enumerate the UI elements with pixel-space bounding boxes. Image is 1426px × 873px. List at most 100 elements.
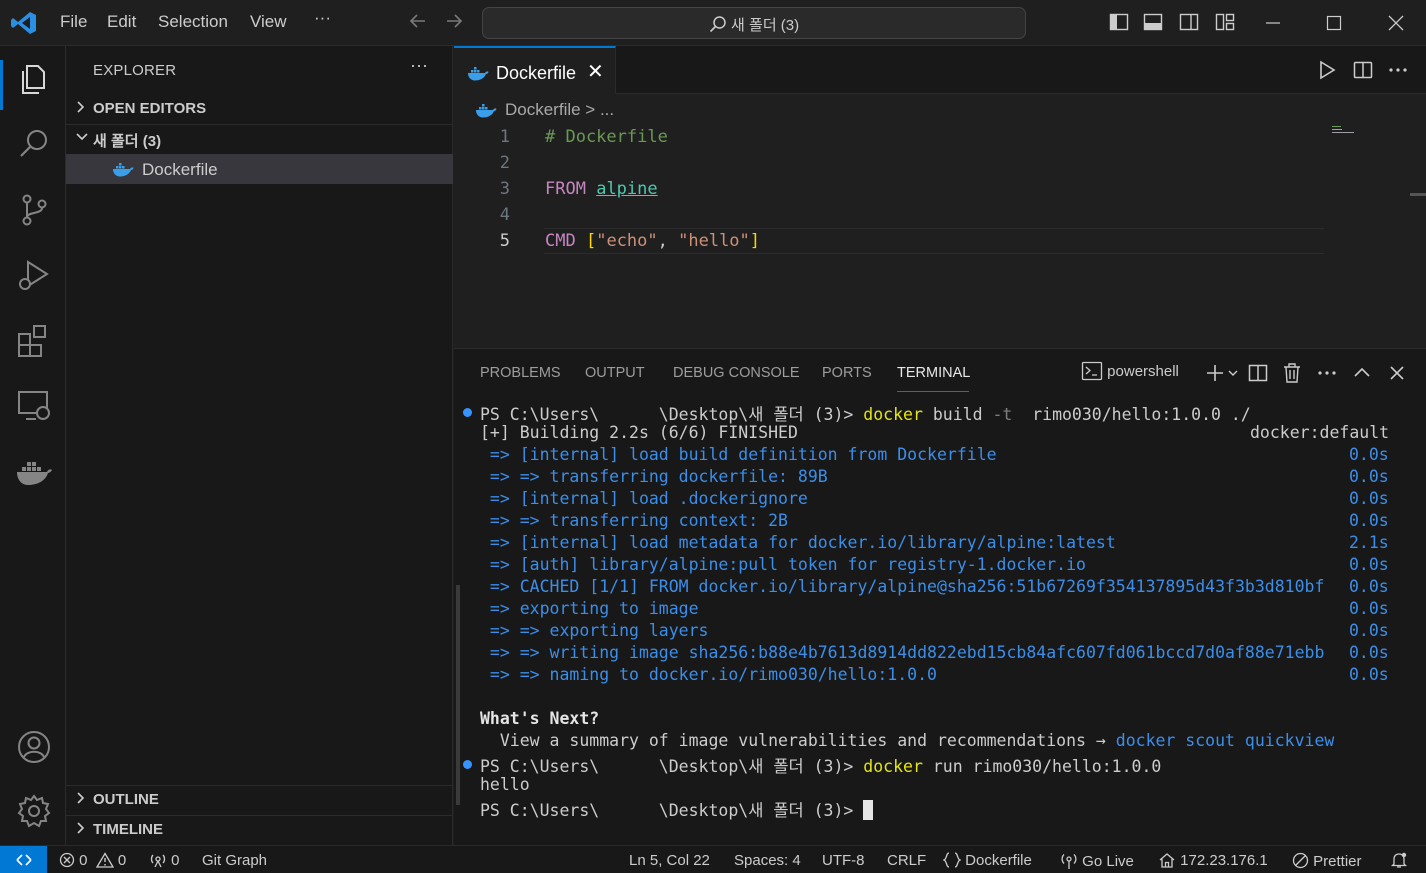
search-icon[interactable] xyxy=(14,124,54,164)
run-icon[interactable] xyxy=(1316,59,1338,81)
go-live-button[interactable]: Go Live xyxy=(1060,852,1134,870)
chevron-down-icon xyxy=(75,128,89,149)
terminal-scrollbar[interactable] xyxy=(456,585,460,805)
menu-file[interactable]: File xyxy=(60,12,87,32)
line-number: 3 xyxy=(499,179,510,199)
arrow-left-icon[interactable] xyxy=(408,11,428,31)
scout-link[interactable]: docker scout quickview xyxy=(1116,731,1335,750)
split-editor-icon[interactable] xyxy=(1352,59,1374,81)
warning-count: 0 xyxy=(117,852,127,869)
tab-output[interactable]: OUTPUT xyxy=(585,365,645,381)
explorer-sidebar: EXPLORER ··· OPEN EDITORS 새 폴더 (3) Docke… xyxy=(66,46,453,845)
source-control-icon[interactable] xyxy=(14,190,54,230)
terminal-shell-selector[interactable]: powershell xyxy=(1081,361,1201,385)
terminal-line: => => exporting layers xyxy=(480,621,709,640)
code-line[interactable]: 4 xyxy=(454,202,1334,228)
prettier-status[interactable]: Prettier xyxy=(1292,852,1362,870)
terminal-output[interactable]: PS C:\Users\ \Desktop\새 폴더 (3)> docker b… xyxy=(454,399,1426,839)
toggle-secondary-sidebar-icon[interactable] xyxy=(1179,12,1199,32)
code-line[interactable]: 2 xyxy=(454,150,1334,176)
account-icon[interactable] xyxy=(14,727,54,767)
maximize-panel-icon[interactable] xyxy=(1351,361,1373,385)
language-mode[interactable]: Dockerfile xyxy=(941,852,1032,869)
line-number: 2 xyxy=(499,153,510,173)
folder-section[interactable]: 새 폴더 (3) xyxy=(66,124,453,152)
run-debug-icon[interactable] xyxy=(14,256,54,296)
command-center-search[interactable]: 새 폴더 (3) xyxy=(482,7,1026,39)
toggle-primary-sidebar-icon[interactable] xyxy=(1109,12,1129,32)
close-window-icon[interactable] xyxy=(1381,8,1411,38)
terminal-line: View a summary of image vulnerabilities … xyxy=(480,731,1335,750)
tab-debug-console[interactable]: DEBUG CONSOLE xyxy=(673,365,800,381)
open-editors-section[interactable]: OPEN EDITORS xyxy=(66,94,453,122)
broadcast-icon xyxy=(150,854,166,868)
command-success-decoration[interactable] xyxy=(463,408,472,417)
terminal-time: 0.0s xyxy=(1349,577,1389,596)
split-terminal-icon[interactable] xyxy=(1247,361,1269,385)
trash-icon[interactable] xyxy=(1281,361,1303,385)
menu-more[interactable]: ··· xyxy=(314,8,331,28)
arrow-right-icon[interactable] xyxy=(444,11,464,31)
terminal-time: 0.0s xyxy=(1349,467,1389,486)
minimap[interactable] xyxy=(1332,126,1356,136)
outline-section[interactable]: OUTLINE xyxy=(66,785,453,813)
terminal-line-right: docker:default xyxy=(1250,423,1390,442)
customize-layout-icon[interactable] xyxy=(1215,12,1235,32)
encoding[interactable]: UTF-8 xyxy=(822,852,865,869)
tab-problems[interactable]: PROBLEMS xyxy=(480,365,561,381)
chevron-right-icon xyxy=(75,789,87,810)
timeline-section[interactable]: TIMELINE xyxy=(66,815,453,843)
terminal-line: => exporting to image xyxy=(480,599,699,618)
remote-indicator[interactable] xyxy=(0,846,47,873)
tab-ports[interactable]: PORTS xyxy=(822,365,872,381)
command-success-decoration[interactable] xyxy=(463,760,472,769)
menu-edit[interactable]: Edit xyxy=(107,12,136,32)
code-line[interactable]: 1 # Dockerfile xyxy=(454,124,1334,150)
extensions-icon[interactable] xyxy=(14,322,54,362)
panel-more-icon[interactable] xyxy=(1316,361,1338,385)
prettier-label: Prettier xyxy=(1313,853,1362,870)
close-panel-icon[interactable] xyxy=(1386,361,1408,385)
minimize-icon[interactable] xyxy=(1258,8,1288,38)
docker-icon[interactable] xyxy=(14,452,54,492)
cursor-position[interactable]: Ln 5, Col 22 xyxy=(629,852,710,869)
explorer-icon[interactable] xyxy=(14,58,54,98)
breadcrumb-label: Dockerfile > ... xyxy=(505,100,615,119)
toggle-panel-icon[interactable] xyxy=(1143,12,1163,32)
menu-selection[interactable]: Selection xyxy=(158,12,228,32)
code-line[interactable]: 3 FROM alpine xyxy=(454,176,1334,202)
terminal-time: 0.0s xyxy=(1349,555,1389,574)
editor-scrollbar[interactable] xyxy=(1410,193,1426,196)
tab-dockerfile[interactable]: Dockerfile ✕ xyxy=(454,46,616,94)
close-tab-icon[interactable]: ✕ xyxy=(587,59,604,84)
terminal-time: 0.0s xyxy=(1349,665,1389,684)
indentation[interactable]: Spaces: 4 xyxy=(734,852,801,869)
language-label: Dockerfile xyxy=(965,852,1032,869)
terminal-time: 2.1s xyxy=(1349,533,1389,552)
terminal-line: PS C:\Users\ \Desktop\새 폴더 (3)> docker b… xyxy=(480,405,1251,424)
bell-icon[interactable] xyxy=(1390,851,1408,869)
terminal-line: => [auth] library/alpine:pull token for … xyxy=(480,555,1086,574)
file-item-dockerfile[interactable]: Dockerfile xyxy=(66,154,453,184)
line-ending[interactable]: CRLF xyxy=(887,852,926,869)
remote-explorer-icon[interactable] xyxy=(14,386,54,426)
gear-icon[interactable] xyxy=(14,791,54,831)
tab-terminal[interactable]: TERMINAL xyxy=(897,365,970,381)
maximize-icon[interactable] xyxy=(1319,8,1349,38)
editor-more-icon[interactable] xyxy=(1387,59,1409,81)
menu-view[interactable]: View xyxy=(250,12,287,32)
terminal-line: => [internal] load metadata for docker.i… xyxy=(480,533,1116,552)
problems-indicator[interactable]: 0 0 xyxy=(59,852,126,869)
ports-indicator[interactable]: 0 xyxy=(149,852,180,869)
terminal-line: => => transferring context: 2B xyxy=(480,511,788,530)
vscode-logo-icon xyxy=(11,12,36,34)
line-number: 1 xyxy=(499,127,510,147)
new-terminal-icon[interactable] xyxy=(1206,361,1246,385)
code-line[interactable]: 5 CMD ["echo", "hello"] xyxy=(454,228,1334,254)
git-graph-button[interactable]: Git Graph xyxy=(202,852,267,869)
ip-address[interactable]: 172.23.176.1 xyxy=(1158,852,1268,869)
explorer-more-button[interactable]: ··· xyxy=(410,55,428,76)
folder-label: 새 폴더 (3) xyxy=(93,133,162,150)
home-icon xyxy=(1159,853,1175,868)
terminal-time: 0.0s xyxy=(1349,511,1389,530)
